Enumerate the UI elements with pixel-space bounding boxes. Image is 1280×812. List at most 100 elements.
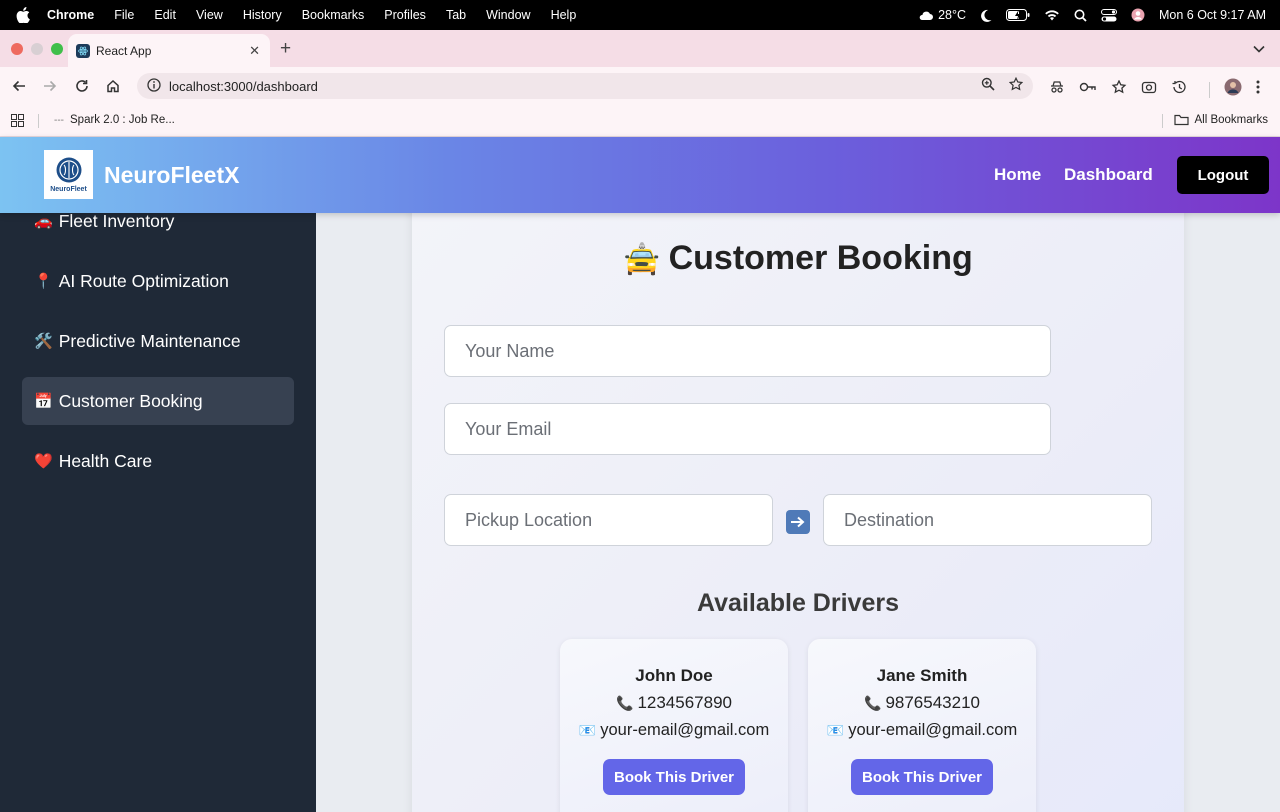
sidebar: 🚗 Fleet Inventory 📍 AI Route Optimizatio… [0, 211, 316, 812]
menu-bookmarks[interactable]: Bookmarks [302, 8, 365, 22]
main-content: 🚖 Customer Booking Your Name Your Email P… [316, 213, 1280, 812]
url-text[interactable]: localhost:3000/dashboard [169, 79, 318, 94]
bookmarks-divider [38, 114, 39, 128]
phone-icon: 📞 [864, 695, 882, 711]
sidebar-item-ai-route-optimization[interactable]: 📍 AI Route Optimization [22, 257, 294, 305]
phone-icon: 📞 [616, 695, 634, 711]
driver-email: 📧 your-email@gmail.com [560, 721, 788, 740]
folder-icon [1173, 114, 1189, 126]
brand-logo[interactable]: NeuroFleet [44, 150, 93, 199]
email-input[interactable]: Your Email [444, 403, 1051, 455]
booking-card: 🚖 Customer Booking Your Name Your Email P… [412, 213, 1184, 812]
menu-view[interactable]: View [196, 8, 223, 22]
page-title: 🚖 Customer Booking [412, 239, 1184, 278]
browser-tab-active[interactable]: React App ✕ [68, 34, 270, 67]
menubar-clock[interactable]: Mon 6 Oct 9:17 AM [1159, 8, 1266, 22]
sidebar-item-label: AI Route Optimization [58, 270, 229, 291]
chrome-menu-icon[interactable] [1256, 80, 1260, 99]
pickup-location-input[interactable]: Pickup Location [444, 494, 773, 546]
profile-avatar[interactable] [1224, 78, 1242, 101]
menu-window[interactable]: Window [486, 8, 530, 22]
heart-icon: ❤️ [34, 453, 53, 470]
nav-home-link[interactable]: Home [994, 165, 1041, 185]
menu-help[interactable]: Help [551, 8, 577, 22]
app-header: NeuroFleet NeuroFleetX Home Dashboard Lo… [0, 137, 1280, 213]
all-bookmarks-button[interactable]: All Bookmarks [1173, 114, 1269, 126]
sidebar-item-predictive-maintenance[interactable]: 🛠️ Predictive Maintenance [22, 317, 294, 365]
apps-grid-icon[interactable] [11, 114, 24, 130]
weather-icon[interactable] [918, 9, 934, 21]
password-key-icon[interactable] [1079, 80, 1097, 99]
macos-menu-bar: Chrome File Edit View History Bookmarks … [0, 0, 1280, 30]
driver-phone-number: 9876543210 [885, 693, 980, 712]
name-input-placeholder: Your Name [465, 340, 555, 361]
book-driver-button[interactable]: Book This Driver [603, 759, 745, 795]
driver-name: Jane Smith [876, 666, 968, 685]
driver-email-address: your-email@gmail.com [848, 721, 1018, 739]
calendar-icon: 📅 [34, 393, 53, 410]
right-arrow-icon [786, 510, 810, 534]
screenshot-extension-icon[interactable] [1141, 80, 1157, 99]
destination-input[interactable]: Destination [823, 494, 1152, 546]
maximize-window-button[interactable] [51, 43, 63, 55]
menu-profiles[interactable]: Profiles [384, 8, 426, 22]
page-title-text: Customer Booking [668, 239, 973, 277]
react-favicon-icon [76, 43, 90, 58]
new-tab-button[interactable]: + [280, 38, 291, 60]
destination-input-placeholder: Destination [844, 509, 935, 530]
logo-text: NeuroFleet [50, 186, 87, 193]
menu-edit[interactable]: Edit [154, 8, 176, 22]
apple-icon[interactable] [16, 7, 34, 23]
reading-list-star-icon[interactable] [1111, 79, 1127, 99]
driver-card: Jane Smith 📞 9876543210 📧 your-email@gmail… [808, 639, 1036, 812]
email-icon: 📧 [578, 722, 597, 738]
site-info-icon[interactable] [147, 77, 161, 95]
tab-search-chevron-icon[interactable] [1248, 40, 1270, 58]
driver-email: 📧 your-email@gmail.com [808, 721, 1036, 740]
menu-tab[interactable]: Tab [446, 8, 466, 22]
address-bar[interactable]: localhost:3000/dashboard [137, 73, 1033, 99]
bookmark-dash-icon: --- [54, 114, 64, 126]
back-arrow-icon[interactable] [10, 77, 28, 95]
menu-file[interactable]: File [114, 8, 134, 22]
close-window-button[interactable] [11, 43, 23, 55]
sidebar-item-customer-booking[interactable]: 📅 Customer Booking [22, 377, 294, 425]
bookmark-star-icon[interactable] [1008, 76, 1024, 94]
available-drivers-heading: Available Drivers [697, 589, 899, 617]
home-icon[interactable] [104, 77, 122, 95]
battery-icon[interactable] [1006, 9, 1030, 21]
name-input[interactable]: Your Name [444, 325, 1051, 377]
logout-button[interactable]: Logout [1177, 156, 1269, 194]
tools-icon: 🛠️ [34, 333, 53, 350]
taxi-icon: 🚖 [623, 243, 661, 276]
history-clock-icon[interactable] [1171, 80, 1187, 99]
driver-email-address: your-email@gmail.com [600, 721, 770, 739]
bookmarks-divider-right [1162, 114, 1163, 128]
driver-phone: 📞 1234567890 [560, 693, 788, 713]
nav-dashboard-link[interactable]: Dashboard [1064, 165, 1153, 185]
all-bookmarks-label: All Bookmarks [1194, 114, 1269, 126]
toolbar-divider [1209, 81, 1210, 98]
minimize-window-button[interactable] [31, 43, 43, 55]
spotlight-search-icon[interactable] [1074, 9, 1087, 22]
window-controls [11, 43, 63, 55]
control-center-icon[interactable] [1101, 8, 1117, 22]
menu-history[interactable]: History [243, 8, 282, 22]
brand-name[interactable]: NeuroFleetX [104, 162, 239, 189]
sidebar-item-health-care[interactable]: ❤️ Health Care [22, 437, 294, 485]
menu-app-name[interactable]: Chrome [47, 8, 94, 22]
tab-close-icon[interactable]: ✕ [249, 43, 260, 59]
book-driver-button[interactable]: Book This Driver [851, 759, 993, 795]
forward-arrow-icon[interactable] [41, 77, 59, 95]
brain-logo-icon [56, 157, 81, 183]
bookmark-spark[interactable]: --- Spark 2.0 : Job Re... [54, 114, 175, 126]
zoom-icon[interactable] [981, 77, 995, 94]
reload-icon[interactable] [73, 77, 91, 95]
tab-title: React App [96, 43, 152, 58]
moon-icon[interactable] [980, 9, 992, 22]
user-avatar-icon[interactable] [1131, 8, 1145, 22]
wifi-icon[interactable] [1044, 9, 1060, 21]
incognito-extension-icon[interactable] [1049, 80, 1065, 99]
sidebar-item-label: Health Care [58, 450, 153, 471]
driver-phone: 📞 9876543210 [808, 693, 1036, 713]
